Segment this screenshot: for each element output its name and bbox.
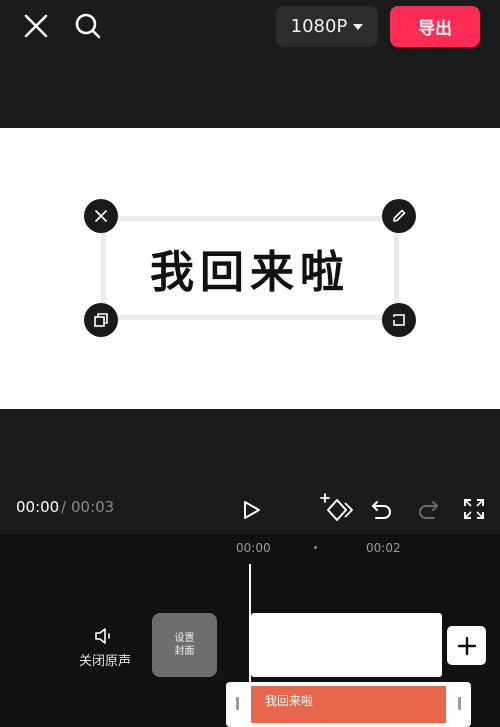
fullscreen-icon (464, 499, 484, 519)
preview-canvas[interactable]: 我回来啦 (0, 128, 500, 409)
undo-button[interactable] (366, 493, 398, 525)
caret-down-icon (353, 23, 364, 30)
edit-text-handle[interactable] (382, 199, 416, 233)
text-clip[interactable]: 我回来啦 (251, 686, 446, 723)
rotate-scale-icon (393, 314, 405, 326)
rotate-scale-handle[interactable] (382, 303, 416, 337)
close-button[interactable] (18, 8, 54, 44)
add-keyframe-button[interactable] (318, 491, 356, 529)
text-clip-label: 我回来啦 (265, 694, 314, 708)
ruler-dot (314, 546, 317, 549)
resolution-label: 1080P (290, 16, 348, 37)
ruler-tick: 00:02 (366, 541, 401, 555)
add-keyframe-icon (320, 493, 353, 521)
play-icon (244, 501, 260, 519)
copy-icon (94, 313, 108, 327)
redo-button[interactable] (412, 493, 444, 525)
playback-controls: 00:00 / 00:03 (0, 409, 500, 534)
total-time: 00:03 (71, 498, 115, 516)
set-cover-label: 设置 封面 (175, 632, 195, 658)
time-separator: / (61, 498, 67, 516)
pencil-icon (393, 209, 406, 222)
resolution-dropdown[interactable]: 1080P (276, 6, 378, 47)
undo-icon (372, 501, 391, 519)
set-cover-label-line2: 封面 (174, 646, 195, 657)
redo-icon (419, 501, 438, 519)
ruler-tick: 00:00 (236, 541, 271, 555)
plus-icon (457, 636, 476, 655)
close-icon (95, 210, 107, 222)
text-selection-frame[interactable]: 我回来啦 (101, 216, 399, 320)
video-clip[interactable] (251, 613, 442, 677)
trim-handle-right[interactable] (458, 697, 461, 710)
set-cover-label-line1: 设置 (174, 633, 195, 644)
top-bar: 1080P 导出 (0, 0, 500, 128)
playhead[interactable] (249, 564, 251, 727)
play-button[interactable] (234, 493, 268, 527)
current-time: 00:00 (16, 498, 60, 516)
speaker-icon (95, 628, 110, 644)
set-cover-button[interactable]: 设置 封面 (152, 613, 217, 677)
search-icon (75, 13, 101, 39)
export-button[interactable]: 导出 (390, 6, 480, 47)
caption-text[interactable]: 我回来啦 (106, 221, 394, 315)
timeline-panel[interactable]: 00:00 00:02 关闭原声 设置 封面 我回来啦 (0, 534, 500, 727)
mute-label: 关闭原声 (78, 654, 131, 669)
search-button[interactable] (70, 8, 106, 44)
text-track[interactable]: 我回来啦 (226, 682, 471, 727)
add-clip-button[interactable] (447, 626, 486, 665)
copy-text-handle[interactable] (84, 303, 118, 337)
export-label: 导出 (418, 19, 452, 39)
close-icon (24, 14, 48, 38)
trim-handle-left[interactable] (236, 697, 239, 710)
fullscreen-button[interactable] (458, 493, 490, 525)
delete-text-handle[interactable] (84, 199, 118, 233)
mute-original-audio-button[interactable]: 关闭原声 (72, 626, 138, 669)
